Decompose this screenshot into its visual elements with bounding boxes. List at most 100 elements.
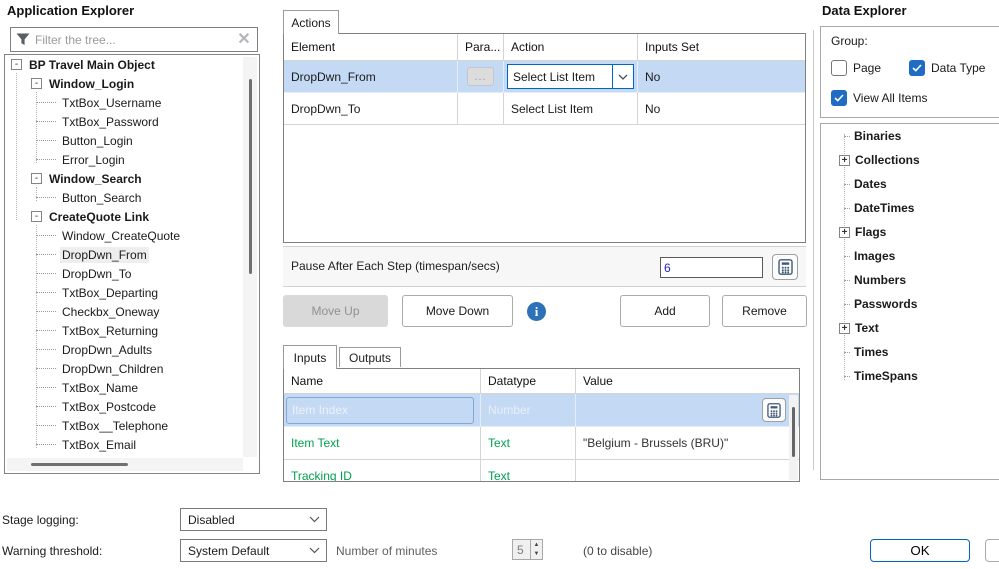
inputs-table-row[interactable]: Tracking ID Text [284,460,799,482]
info-icon[interactable]: i [527,302,546,321]
name-cell: Tracking ID [284,460,481,482]
tree-item[interactable]: Button_Login [5,131,259,150]
actions-table-row[interactable]: DropDwn_To Select List Item No [284,93,805,125]
tree-item[interactable]: Error_Login [5,150,259,169]
tree-item[interactable]: TxtBox_Returning [5,321,259,340]
tree-filter-input[interactable] [35,33,231,47]
scrollbar-thumb[interactable] [792,407,795,457]
actions-table-row-selected[interactable]: DropDwn_From ... Select List Item No [284,61,805,93]
tree-item[interactable]: TxtBox__Telephone [5,416,259,435]
tree-item[interactable]: DropDwn_Adults [5,340,259,359]
tree-item[interactable]: Button_Search [5,188,259,207]
tree-item[interactable]: +Collections [821,148,999,172]
name-cell: Item Text [284,427,481,460]
chevron-down-icon [302,547,326,554]
tab-actions[interactable]: Actions [283,10,339,34]
column-header-element[interactable]: Element [284,34,458,61]
tree-connector [36,254,56,255]
tree-item[interactable]: Images [821,244,999,268]
tree-horizontal-scrollbar[interactable] [7,458,243,471]
remove-button[interactable]: Remove [722,295,807,327]
checkbox-checked-icon[interactable] [909,60,925,76]
tree-item-selected[interactable]: DropDwn_From [5,245,259,264]
tree-item[interactable]: DropDwn_To [5,264,259,283]
tree-item[interactable]: TxtBox_Postcode [5,397,259,416]
tree-item[interactable]: DropDwn_Children [5,359,259,378]
tree-item[interactable]: -CreateQuote Link [5,207,259,226]
tree-connector [36,425,56,426]
tree-item[interactable]: Window_CreateQuote [5,226,259,245]
tree-item[interactable]: Times [821,340,999,364]
value-cell [576,460,799,482]
cancel-button-partial[interactable] [985,539,999,562]
expand-icon[interactable]: + [839,155,850,166]
column-header-value[interactable]: Value [576,369,799,394]
tree-item[interactable]: -Window_Login [5,74,259,93]
checkbox-page[interactable]: Page [831,60,881,76]
scrollbar-thumb[interactable] [249,79,252,274]
scrollbar-thumb[interactable] [31,463,128,466]
checkbox-view-all-items[interactable]: View All Items [831,90,927,106]
group-label: Group: [831,34,868,48]
collapse-icon[interactable]: - [31,173,42,184]
tree-item[interactable]: Numbers [821,268,999,292]
name-cell-editor[interactable]: Item Index [286,397,474,424]
tree-item[interactable]: TxtBox_Email [5,435,259,454]
checkbox-unchecked-icon[interactable] [831,60,847,76]
tab-outputs[interactable]: Outputs [339,347,401,367]
expression-calculator-button[interactable] [762,398,786,422]
expression-calculator-button[interactable] [772,254,798,280]
tree-item[interactable]: Checkbx_Oneway [5,302,259,321]
move-up-button[interactable]: Move Up [283,295,388,327]
collapse-icon[interactable]: - [31,211,42,222]
action-combobox[interactable]: Select List Item [507,64,634,89]
params-button[interactable]: ... [467,67,494,86]
checkbox-checked-icon[interactable] [831,90,847,106]
expand-icon[interactable]: + [839,227,850,238]
column-header-action[interactable]: Action [504,34,638,61]
collapse-icon[interactable]: - [31,78,42,89]
expand-icon[interactable]: + [839,323,850,334]
tree-item[interactable]: -Window_Search [5,169,259,188]
datatype-cell: Text [481,427,576,460]
spinner-down-icon[interactable]: ▼ [531,550,542,560]
value-cell[interactable] [576,394,799,427]
tree-item[interactable]: Passwords [821,292,999,316]
inputs-table-row-selected[interactable]: Item Index Number [284,394,799,427]
tree-item-root[interactable]: -BP Travel Main Object [5,55,259,74]
column-header-datatype[interactable]: Datatype [481,369,576,394]
tab-inputs[interactable]: Inputs [283,345,337,369]
tree-item[interactable]: +Text [821,316,999,340]
warning-threshold-select[interactable]: System Default [180,539,327,562]
spinner-up-icon[interactable]: ▲ [531,540,542,550]
tree-item[interactable]: TxtBox_Name [5,378,259,397]
tree-item[interactable]: TxtBox_Username [5,93,259,112]
tree-item[interactable]: DateTimes [821,196,999,220]
pause-input[interactable] [660,257,763,278]
checkbox-data-type[interactable]: Data Type [909,60,985,76]
element-cell: DropDwn_From [284,61,458,93]
stage-logging-select[interactable]: Disabled [180,508,327,531]
tree-item[interactable]: TxtBox_Password [5,112,259,131]
tree-item[interactable]: Binaries [821,124,999,148]
tree-item[interactable]: Dates [821,172,999,196]
move-down-button[interactable]: Move Down [402,295,513,327]
tree-item[interactable]: TxtBox_Departing [5,283,259,302]
tree-vertical-scrollbar[interactable] [243,57,257,457]
inputs-table-row[interactable]: Item Text Text "Belgium - Brussels (BRU)… [284,427,799,460]
tree-item[interactable]: +Flags [821,220,999,244]
column-header-inputs-set[interactable]: Inputs Set [638,34,805,61]
tree-item[interactable]: TimeSpans [821,364,999,388]
clear-filter-icon[interactable]: ✕ [231,28,257,51]
tree-connector [844,352,850,353]
tree-connector [844,304,850,305]
ok-button[interactable]: OK [870,539,970,562]
inputs-table-header: Name Datatype Value [284,369,799,394]
collapse-icon[interactable]: - [11,59,22,70]
add-button[interactable]: Add [620,295,710,327]
column-header-params[interactable]: Para... [458,34,504,61]
tree-connector [36,121,56,122]
inputs-vertical-scrollbar[interactable] [789,395,798,480]
column-header-name[interactable]: Name [284,369,481,394]
minutes-spinner[interactable]: 5 ▲ ▼ [512,539,543,560]
